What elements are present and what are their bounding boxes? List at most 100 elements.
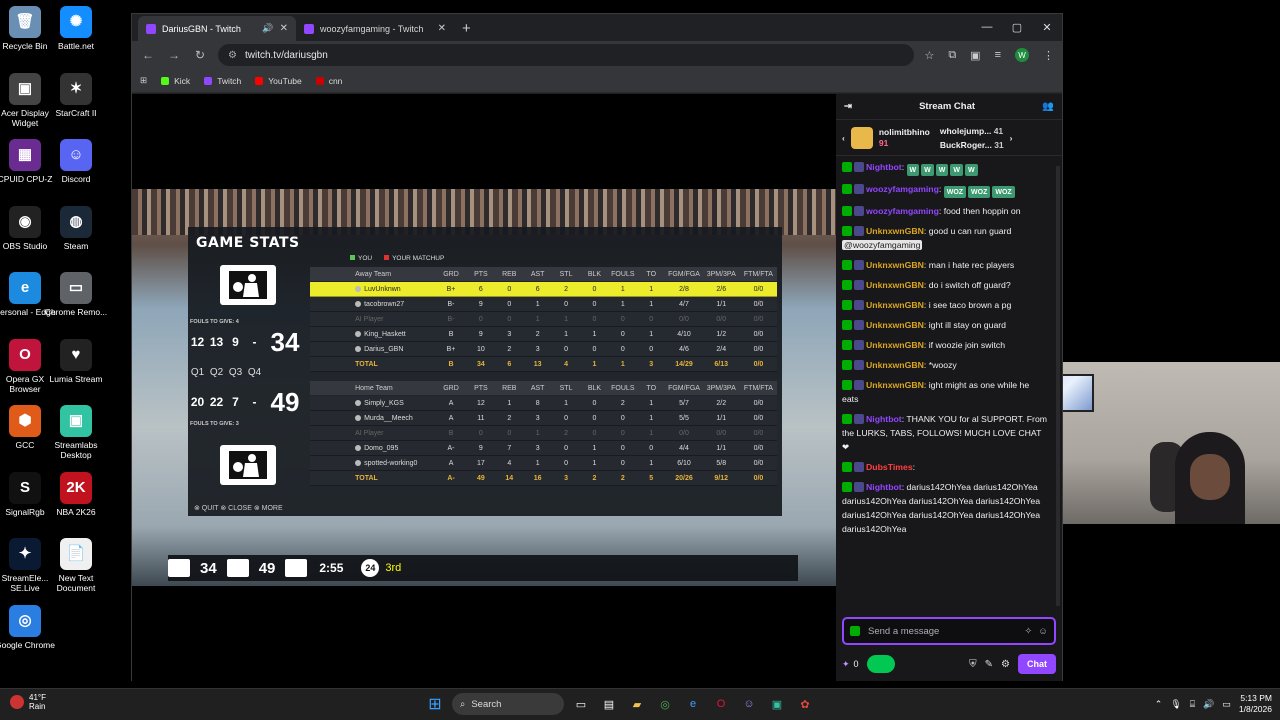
chat-username[interactable]: UnknxwnGBN: [866, 320, 924, 330]
chat-scrollbar[interactable]: [1056, 166, 1060, 606]
edge-taskbar-icon[interactable]: e: [682, 693, 704, 715]
total-row: TOTAL A- 49 14 16 3 2 2 5 20/26 9/12 0/0: [310, 471, 777, 486]
chat-username[interactable]: UnknxwnGBN: [866, 360, 924, 370]
discord-taskbar-icon[interactable]: ☺: [738, 693, 760, 715]
tray-chevron-icon[interactable]: ⌃: [1155, 699, 1163, 710]
bookmark-kick[interactable]: Kick: [161, 76, 190, 86]
verified-badge-icon: [842, 414, 852, 424]
emote-picker-icon[interactable]: ☺: [1038, 626, 1048, 637]
new-tab-button[interactable]: +: [454, 16, 479, 41]
collapse-chat-icon[interactable]: ⇥: [844, 101, 852, 112]
community-icon[interactable]: 👥: [1042, 101, 1054, 112]
widgets-icon[interactable]: ▤: [598, 693, 620, 715]
stat-pts: 9: [478, 300, 483, 308]
back-button[interactable]: ←: [140, 48, 156, 62]
site-info-icon[interactable]: ⚙: [228, 50, 237, 61]
reload-button[interactable]: ↻: [192, 48, 208, 62]
minimize-button[interactable]: —: [972, 14, 1002, 40]
desktop-icon-chrome[interactable]: ◎ Google Chrome: [0, 604, 57, 650]
taskbar-clock[interactable]: 5:13 PM 1/8/2026: [1239, 693, 1272, 715]
chat-username[interactable]: UnknxwnGBN: [866, 260, 924, 270]
file-explorer-icon[interactable]: ▰: [626, 693, 648, 715]
desktop-icon-steam[interactable]: ◍ Steam: [44, 205, 108, 251]
chat-username[interactable]: UnknxwnGBN: [866, 300, 924, 310]
opera-taskbar-icon[interactable]: O: [710, 693, 732, 715]
chrome-taskbar-icon[interactable]: ◎: [654, 693, 676, 715]
address-bar[interactable]: ⚙ twitch.tv/dariusgbn: [218, 44, 915, 66]
bookmark-star-icon[interactable]: ☆: [924, 49, 934, 62]
chat-username[interactable]: UnknxwnGBN: [866, 380, 924, 390]
stat-to: 1: [649, 300, 654, 308]
chat-username[interactable]: UnknxwnGBN: [866, 226, 924, 236]
bits-icon[interactable]: ✧: [1024, 626, 1032, 637]
chat-username[interactable]: Nightbot: [866, 482, 902, 492]
next-arrow-icon[interactable]: ›: [1010, 133, 1013, 143]
chat-mention[interactable]: @woozyfamgaming: [842, 240, 923, 250]
stat-stl: 0: [564, 300, 568, 308]
extensions-icon[interactable]: ⧉: [948, 49, 956, 62]
desktop-icon-lumia[interactable]: ♥ Lumia Stream: [44, 338, 108, 384]
close-tab-icon[interactable]: ✕: [438, 23, 446, 34]
search-icon: ⌕: [460, 698, 466, 710]
stat-tp: 6/13: [714, 360, 729, 368]
settings-icon[interactable]: ⚙: [1001, 659, 1010, 670]
desktop-icon-starcraft[interactable]: ✶ StarCraft II: [44, 72, 108, 118]
desktop-icon-battlenet[interactable]: ✺ Battle.net: [44, 6, 108, 51]
chat-emote: W: [935, 164, 949, 176]
weather-condition: Rain: [29, 702, 46, 711]
stat-to: 1: [649, 399, 654, 407]
menu-icon[interactable]: ⋮: [1043, 49, 1054, 62]
task-view-icon[interactable]: ▭: [570, 693, 592, 715]
audio-icon[interactable]: 🔊: [262, 23, 273, 34]
chat-username[interactable]: Nightbot: [866, 414, 902, 424]
streamlabs-taskbar-icon[interactable]: ▣: [766, 693, 788, 715]
taskbar-search[interactable]: ⌕ Search: [452, 693, 564, 715]
sidepanel-icon[interactable]: ▣: [970, 49, 980, 62]
stats-footer-controls[interactable]: ⊗ QUIT ⊗ CLOSE ⊗ MORE: [194, 504, 283, 512]
channel-points[interactable]: ✦ 0: [842, 659, 859, 670]
bookmark-twitch[interactable]: Twitch: [204, 76, 241, 86]
player-avatar-icon: [355, 345, 362, 352]
player-row: spotted-working0 A 17 4 1 0 1 0 1 6/10 5/8 0/0: [310, 456, 777, 471]
desktop-icon-nba2k[interactable]: 2K NBA 2K26: [44, 471, 108, 517]
send-chat-button[interactable]: Chat: [1018, 654, 1056, 674]
maximize-button[interactable]: ▢: [1002, 14, 1032, 40]
chat-username[interactable]: woozyfamgaming: [866, 206, 939, 216]
network-icon[interactable]: ⌸: [1190, 699, 1195, 710]
chat-username[interactable]: UnknxwnGBN: [866, 340, 924, 350]
weather-widget[interactable]: 41°F Rain: [10, 693, 46, 711]
chat-emote: WOZ: [968, 186, 991, 198]
app-taskbar-icon[interactable]: ✿: [794, 693, 816, 715]
start-icon[interactable]: ⊞: [424, 693, 446, 715]
bookmark-youtube[interactable]: YouTube: [255, 76, 302, 86]
battery-icon[interactable]: ▭: [1222, 699, 1231, 710]
chat-username[interactable]: woozyfamgaming: [866, 184, 939, 194]
tab-woozyfamgaming[interactable]: woozyfamgaming - Twitch ✕: [296, 16, 454, 41]
desktop-icon-chrome-remote[interactable]: ▭ Chrome Remo...: [44, 272, 108, 317]
tab-dariusgbn[interactable]: DariusGBN - Twitch 🔊 ✕: [138, 16, 296, 41]
forward-button[interactable]: →: [166, 48, 182, 62]
chat-username[interactable]: UnknxwnGBN: [866, 280, 924, 290]
chat-username[interactable]: Nightbot: [866, 162, 902, 172]
desktop-icon-text-document[interactable]: 📄 New Text Document: [44, 538, 108, 593]
close-tab-icon[interactable]: ✕: [280, 23, 288, 34]
game-stats-panel: GAME STATS YOU YOUR MATCHUP FOULS TO GIV…: [188, 227, 782, 516]
stat-pts: 34: [476, 360, 485, 368]
mic-icon[interactable]: 🎙: [1170, 699, 1181, 710]
get-bits-button[interactable]: [866, 655, 895, 673]
shield-icon[interactable]: ⛨: [969, 659, 977, 670]
apps-grid-icon[interactable]: ⊞: [140, 75, 147, 86]
prev-arrow-icon[interactable]: ‹: [842, 133, 845, 143]
close-window-button[interactable]: ✕: [1032, 14, 1062, 40]
bookmark-cnn[interactable]: cnn: [315, 76, 342, 86]
chat-input[interactable]: Send a message ✧ ☺: [842, 617, 1056, 645]
stat-fg: 2/8: [679, 285, 689, 293]
mod-tools-icon[interactable]: ✎: [985, 659, 993, 670]
desktop-icon-streamlabs[interactable]: ▣ Streamlabs Desktop: [44, 405, 108, 460]
profile-avatar[interactable]: W: [1015, 48, 1029, 62]
media-icon[interactable]: ≡: [995, 49, 1001, 61]
stream-video[interactable]: GAME STATS YOU YOUR MATCHUP FOULS TO GIV…: [132, 189, 836, 586]
volume-icon[interactable]: 🔊: [1203, 699, 1214, 710]
desktop-icon-discord[interactable]: ☺ Discord: [44, 139, 108, 184]
chat-username[interactable]: DubsTimes: [866, 462, 913, 472]
